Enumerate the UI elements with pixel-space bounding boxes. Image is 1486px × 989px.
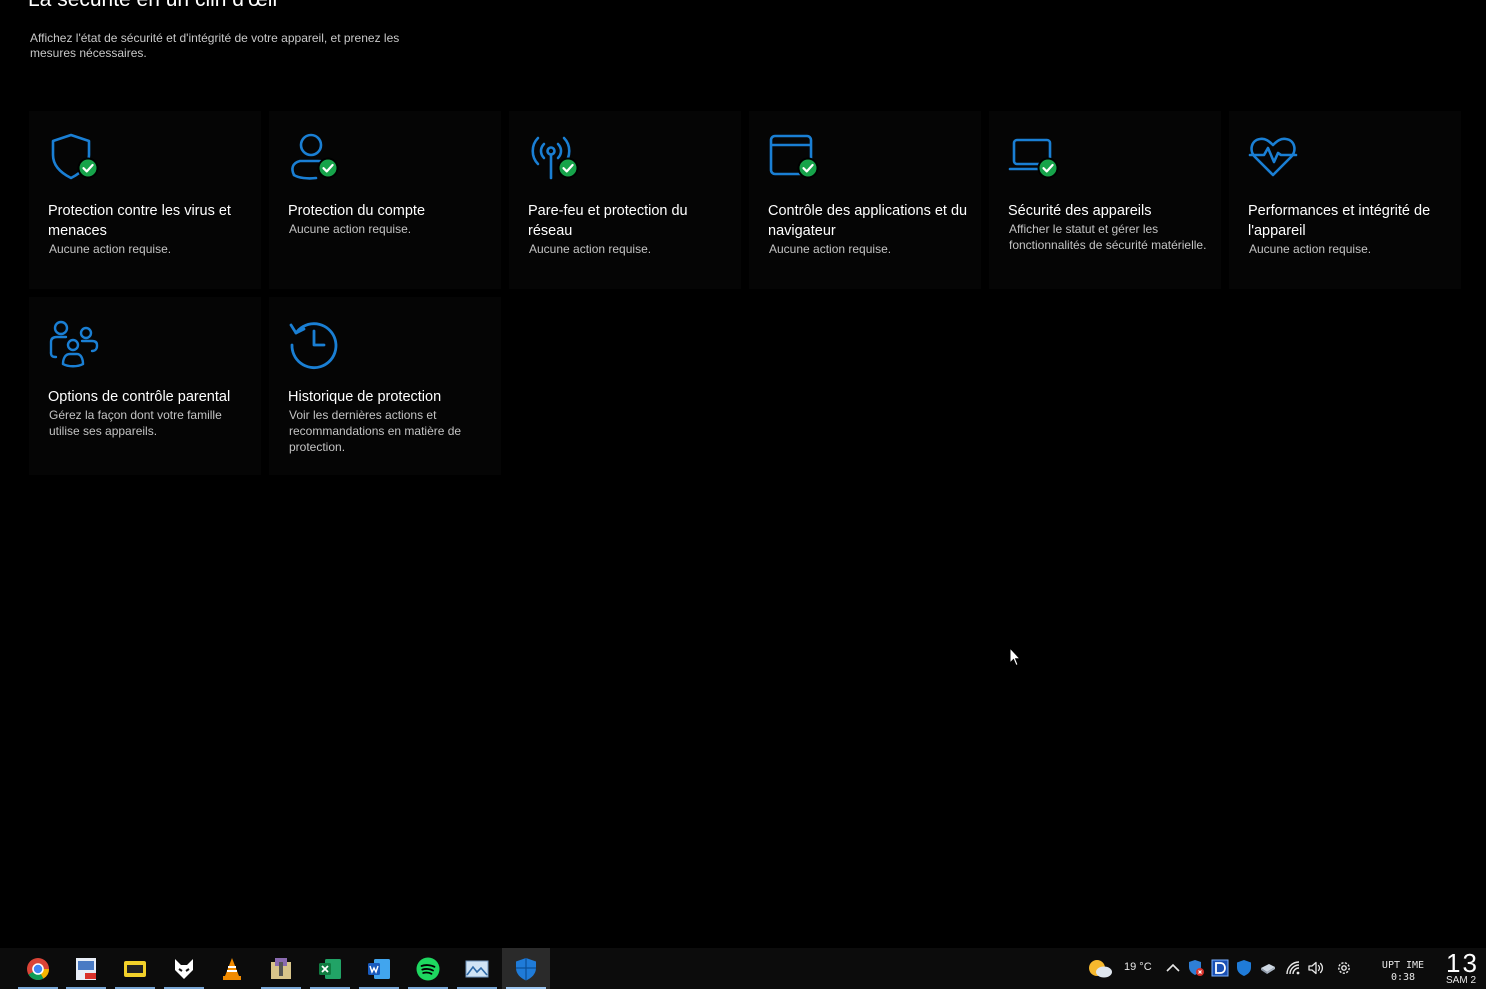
- tile-description: Aucune action requise.: [49, 242, 172, 256]
- tile-description: Afficher le statut et gérer les fonction…: [1009, 222, 1207, 252]
- vlc-icon: [223, 957, 241, 980]
- tile-account-protection[interactable]: Protection du compte Aucune action requi…: [269, 111, 501, 289]
- tile-description: Aucune action requise.: [1249, 242, 1372, 256]
- mouse-cursor-icon: [1009, 647, 1021, 667]
- word-icon: [368, 958, 390, 979]
- tile-title: Performances et intégrité de l'appareil: [1248, 203, 1431, 239]
- gear-icon[interactable]: [1335, 959, 1353, 977]
- tile-device-performance[interactable]: Performances et intégrité de l'appareil …: [1229, 111, 1461, 289]
- page-title: La sécurité en un clin d'œil: [28, 0, 628, 14]
- chevron-up-icon[interactable]: [1164, 959, 1182, 977]
- pdf-viewer-icon: [124, 960, 146, 977]
- fox-app-icon: [175, 958, 193, 979]
- tile-title: Sécurité des appareils: [1008, 203, 1152, 219]
- uptime-label: UPT IME: [1381, 960, 1425, 971]
- tile-description: Voir les dernières actions et recommanda…: [289, 408, 462, 454]
- windows-security-page: La sécurité en un clin d'œil Affichez l'…: [0, 0, 1486, 989]
- shield-tray-icon[interactable]: [1235, 959, 1253, 977]
- browser-window-icon: [768, 131, 822, 185]
- excel-icon: [319, 958, 341, 979]
- taskbar-excel[interactable]: [306, 948, 354, 989]
- uptime-widget[interactable]: UPT IME 0:38: [1374, 960, 1432, 984]
- laptop-icon: [1008, 131, 1062, 185]
- weather-temperature[interactable]: 19 °C: [1124, 961, 1152, 973]
- taskbar-pdf-editor[interactable]: [62, 948, 110, 989]
- tile-description: Aucune action requise.: [289, 222, 412, 236]
- header: La sécurité en un clin d'œil Affichez l'…: [28, 0, 628, 61]
- taskbar-chrome[interactable]: [14, 948, 62, 989]
- pdf-editor-icon: [76, 957, 96, 980]
- d-app-tray-icon[interactable]: [1211, 959, 1229, 977]
- network-drive-tray-icon[interactable]: [1259, 959, 1277, 977]
- heart-pulse-icon: [1248, 131, 1302, 185]
- security-tiles-grid: Protection contre les virus et menaces A…: [29, 111, 1461, 475]
- page-subtitle: Affichez l'état de sécurité et d'intégri…: [30, 31, 400, 60]
- tile-title: Historique de protection: [288, 389, 442, 405]
- taskbar-pdf-viewer[interactable]: [111, 948, 159, 989]
- tile-app-browser-control[interactable]: Contrôle des applications et du navigate…: [749, 111, 981, 289]
- taskbar-windows-security[interactable]: [502, 948, 550, 989]
- security-alert-tray-icon[interactable]: [1187, 959, 1205, 977]
- taskbar-archive[interactable]: [257, 948, 305, 989]
- weather-partly-cloudy-icon[interactable]: [1087, 958, 1113, 980]
- tile-firewall-network[interactable]: Pare-feu et protection du réseau Aucune …: [509, 111, 741, 289]
- taskbar-image-viewer[interactable]: [453, 948, 501, 989]
- taskbar: 19 °C UPT IME 0:38 13 SAM 2: [0, 948, 1486, 989]
- spotify-icon: [416, 957, 440, 980]
- tile-description: Gérez la façon dont votre famille utilis…: [49, 408, 222, 438]
- archive-icon: [271, 957, 291, 979]
- tile-title: Protection du compte: [288, 203, 426, 219]
- tile-virus-protection[interactable]: Protection contre les virus et menaces A…: [29, 111, 261, 289]
- account-icon: [288, 131, 342, 185]
- shield-icon: [48, 131, 102, 185]
- wifi-icon[interactable]: [1284, 959, 1302, 977]
- tile-family-options[interactable]: Options de contrôle parental Gérez la fa…: [29, 297, 261, 475]
- tile-title: Options de contrôle parental: [48, 389, 231, 405]
- windows-security-icon: [516, 957, 536, 980]
- antenna-icon: [528, 131, 582, 185]
- taskbar-vlc[interactable]: [208, 948, 256, 989]
- chrome-icon: [27, 957, 49, 980]
- uptime-value: 0:38: [1390, 972, 1416, 983]
- tile-description: Aucune action requise.: [769, 242, 892, 256]
- tile-device-security[interactable]: Sécurité des appareils Afficher le statu…: [989, 111, 1221, 289]
- taskbar-word[interactable]: [355, 948, 403, 989]
- image-viewer-icon: [465, 960, 489, 977]
- tile-title: Pare-feu et protection du réseau: [528, 203, 688, 239]
- taskbar-spotify[interactable]: [404, 948, 452, 989]
- history-icon: [288, 317, 342, 371]
- tile-title: Protection contre les virus et menaces: [48, 203, 231, 239]
- family-icon: [48, 317, 102, 371]
- taskbar-fox-app[interactable]: [160, 948, 208, 989]
- volume-icon[interactable]: [1307, 959, 1325, 977]
- clock-date[interactable]: SAM 2: [1446, 975, 1476, 986]
- tile-protection-history[interactable]: Historique de protection Voir les derniè…: [269, 297, 501, 475]
- tile-description: Aucune action requise.: [529, 242, 652, 256]
- tile-title: Contrôle des applications et du navigate…: [768, 203, 968, 239]
